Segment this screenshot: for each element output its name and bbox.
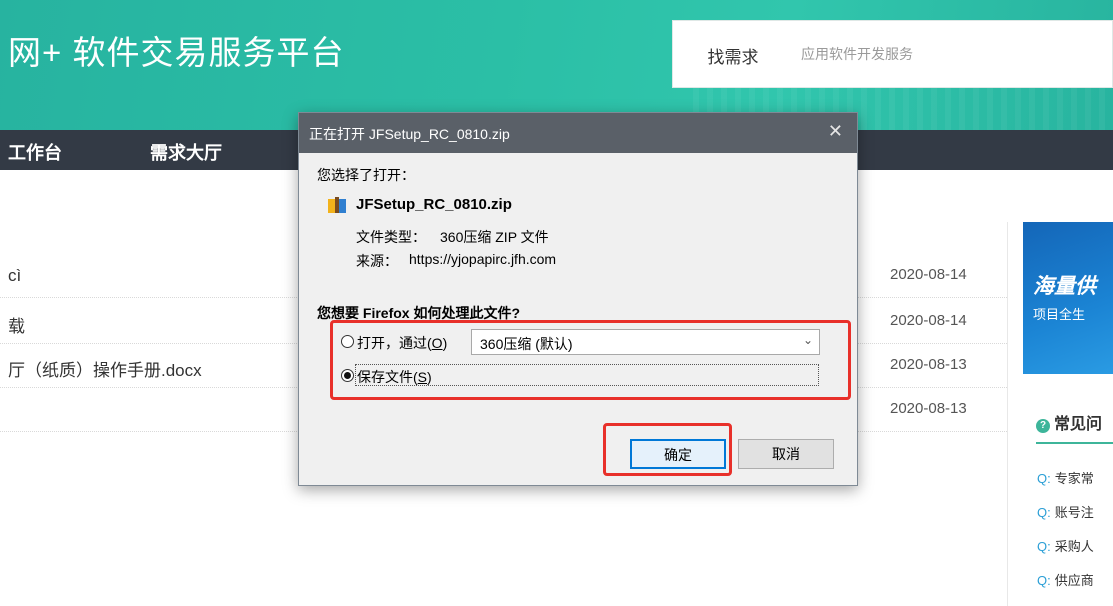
open-with-accesskey: O xyxy=(431,335,443,351)
chevron-down-icon: ⌄ xyxy=(802,333,813,347)
faq-item-text[interactable]: 专家常 xyxy=(1055,471,1094,486)
search-input[interactable] xyxy=(801,39,1101,69)
search-box: 找需求 xyxy=(672,20,1113,88)
open-with-label[interactable]: 打开，通过(O) xyxy=(357,333,447,353)
file-name: JFSetup_RC_0810.zip xyxy=(356,196,512,213)
save-file-suffix: ) xyxy=(427,369,432,385)
faq-question-icon: ? xyxy=(1036,419,1050,433)
dialog-body: 您选择了打开： JFSetup_RC_0810.zip 文件类型： 360压缩 … xyxy=(299,153,857,485)
faq-item[interactable]: Q: 采购人 xyxy=(1037,536,1094,555)
dialog-titlebar[interactable]: 正在打开 JFSetup_RC_0810.zip ✕ xyxy=(299,113,857,153)
save-file-radio[interactable] xyxy=(341,369,354,382)
open-with-suffix: ) xyxy=(442,335,448,351)
faq-q-label: Q: xyxy=(1037,539,1051,554)
nav-item-demand-hall[interactable]: 需求大厅 xyxy=(150,139,222,165)
file-type-value: 360压缩 ZIP 文件 xyxy=(440,229,549,245)
banner-subline: 项目全生 xyxy=(1033,307,1086,322)
list-item-title[interactable]: cì xyxy=(8,266,21,286)
faq-heading: ? 常见问 xyxy=(1036,410,1102,434)
faq-item[interactable]: Q: 专家常 xyxy=(1037,468,1094,487)
faq-item-text[interactable]: 账号注 xyxy=(1055,505,1094,520)
source-value: https://yjopapirc.jfh.com xyxy=(409,251,557,267)
ok-button[interactable]: 确定 xyxy=(630,439,726,469)
faq-item-text[interactable]: 采购人 xyxy=(1055,539,1094,554)
open-with-app-value: 360压缩 (默认) xyxy=(480,336,573,352)
save-file-label[interactable]: 保存文件(S) xyxy=(357,367,432,387)
faq-item-text[interactable]: 供应商 xyxy=(1055,573,1094,588)
save-file-text: 保存文件( xyxy=(357,369,418,385)
open-with-radio[interactable] xyxy=(341,335,354,348)
faq-q-label: Q: xyxy=(1037,505,1051,520)
faq-q-label: Q: xyxy=(1037,573,1051,588)
list-item-title[interactable]: 载 xyxy=(8,312,25,337)
list-item-date: 2020-08-14 xyxy=(890,266,967,283)
zip-file-icon xyxy=(328,197,346,213)
promo-banner[interactable]: 海量供 项目全生 xyxy=(1023,222,1113,374)
site-brand[interactable]: 网+ 软件交易服务平台 xyxy=(8,26,344,74)
list-item-date: 2020-08-13 xyxy=(890,356,967,373)
search-category-button[interactable]: 找需求 xyxy=(693,43,773,68)
site-header: 网+ 软件交易服务平台 找需求 xyxy=(0,0,1113,130)
cancel-button[interactable]: 取消 xyxy=(738,439,834,469)
source-label: 来源： xyxy=(356,253,398,269)
download-dialog: 正在打开 JFSetup_RC_0810.zip ✕ 您选择了打开： JFSet… xyxy=(298,112,858,486)
faq-heading-text: 常见问 xyxy=(1054,416,1103,433)
faq-item[interactable]: Q: 供应商 xyxy=(1037,570,1094,589)
nav-item-workbench[interactable]: 工作台 xyxy=(8,139,62,165)
banner-headline: 海量供 xyxy=(1033,275,1096,298)
dialog-question: 您想要 Firefox 如何处理此文件? xyxy=(317,305,521,321)
faq-q-label: Q: xyxy=(1037,471,1051,486)
file-type-label: 文件类型： xyxy=(356,229,426,245)
save-file-accesskey: S xyxy=(417,369,428,385)
close-icon[interactable]: ✕ xyxy=(828,121,843,142)
list-item-date: 2020-08-14 xyxy=(890,312,967,329)
dialog-title: 正在打开 JFSetup_RC_0810.zip xyxy=(309,126,510,142)
open-with-app-select[interactable]: 360压缩 (默认) ⌄ xyxy=(471,329,820,355)
faq-underline xyxy=(1036,442,1113,444)
list-item-title[interactable]: 厅（纸质）操作手册.docx xyxy=(8,356,202,381)
dialog-chose-text: 您选择了打开： xyxy=(317,167,415,183)
open-with-text: 打开，通过( xyxy=(357,335,432,351)
list-item-date: 2020-08-13 xyxy=(890,400,967,417)
faq-item[interactable]: Q: 账号注 xyxy=(1037,502,1094,521)
